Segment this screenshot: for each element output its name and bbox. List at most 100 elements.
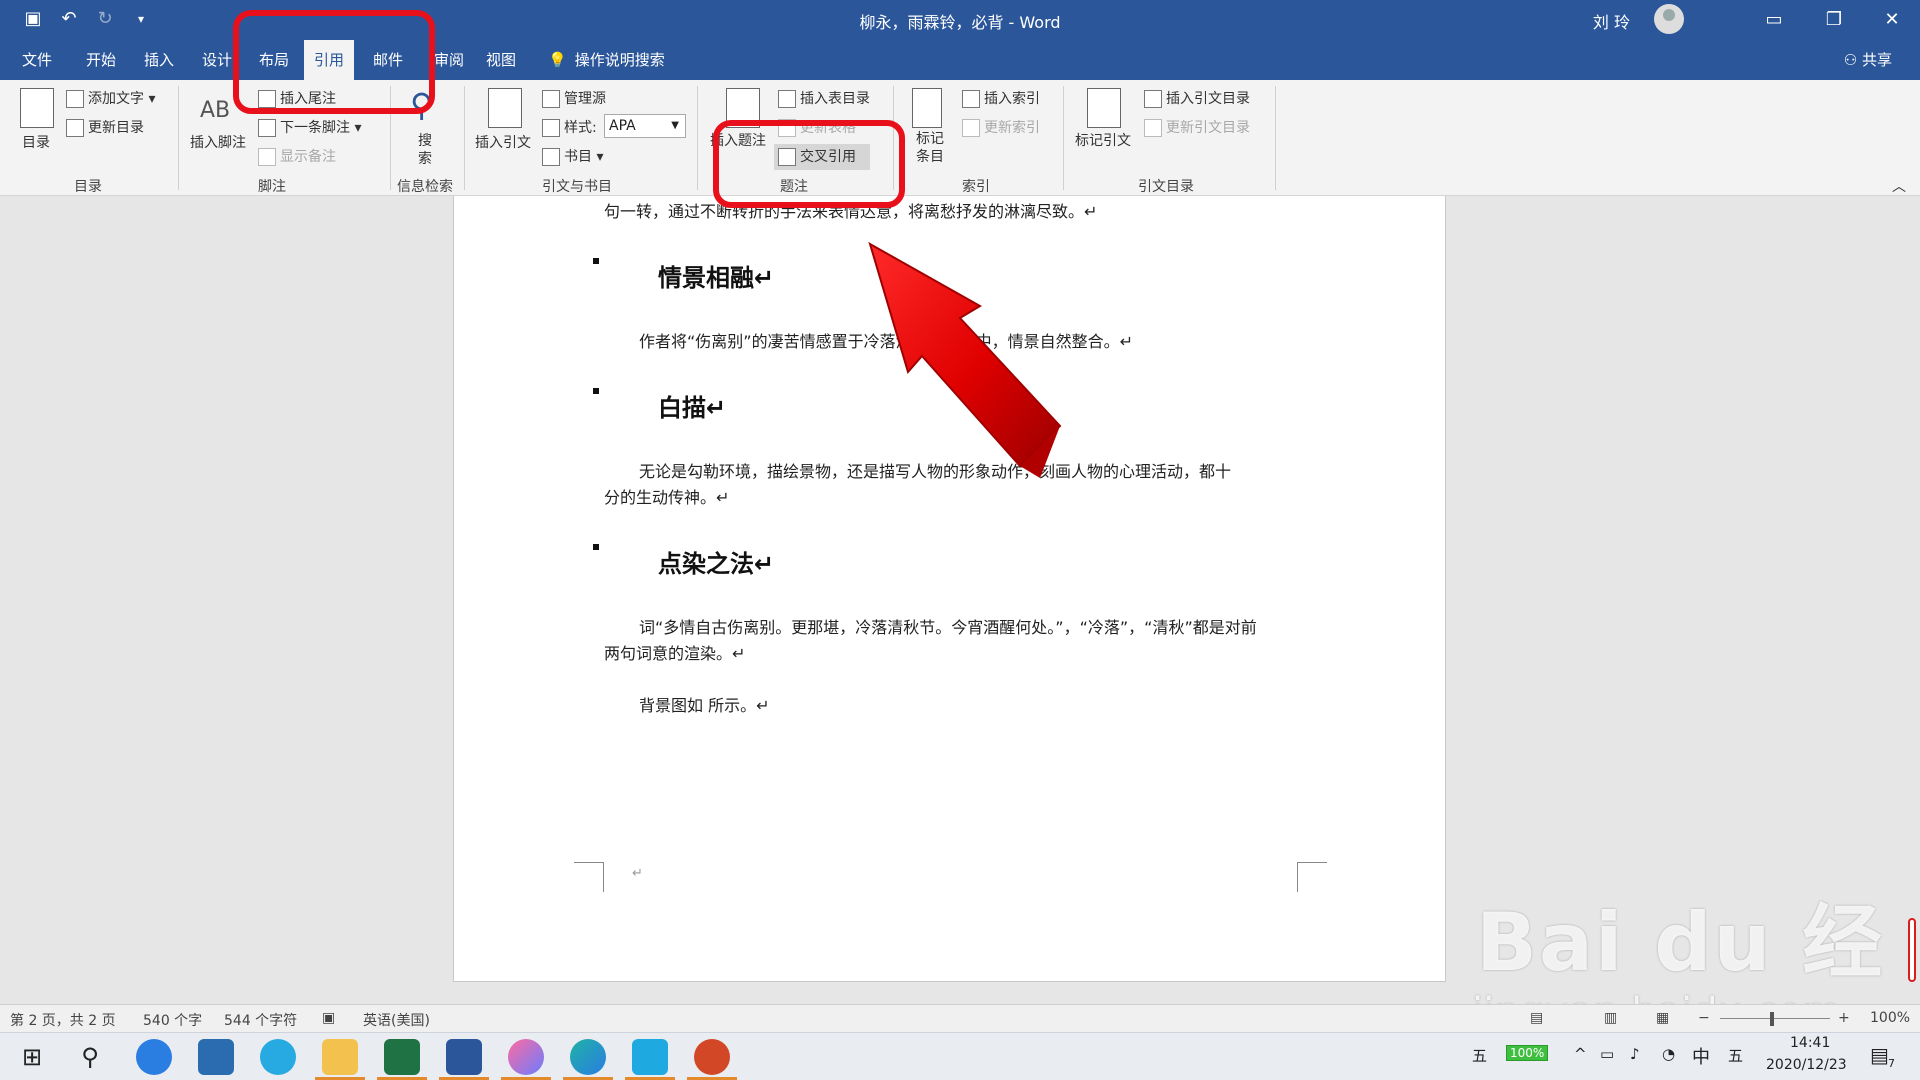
group-authorities: 引文目录 (1138, 179, 1194, 195)
insert-authorities-button[interactable]: 插入引文目录 (1144, 88, 1250, 108)
search-button[interactable]: 搜索 (418, 132, 436, 168)
bibliography-label: 书目 (564, 149, 592, 165)
close-icon[interactable]: ✕ (1872, 6, 1912, 34)
insert-table-of-figures-button[interactable]: 插入表目录 (778, 88, 870, 108)
word-icon[interactable] (446, 1039, 482, 1075)
zoom-in-icon[interactable]: + (1838, 1010, 1850, 1026)
update-authorities-icon (1144, 119, 1162, 137)
update-toc-label: 更新目录 (88, 120, 144, 136)
ie-browser-icon[interactable] (260, 1039, 296, 1075)
file-explorer-icon[interactable] (322, 1039, 358, 1075)
citation-style-select[interactable]: APA ▼ (604, 114, 686, 138)
tab-view[interactable]: 视图 (476, 40, 526, 80)
mark-entry-icon[interactable] (912, 88, 942, 128)
insert-table-of-figures-label: 插入表目录 (800, 91, 870, 107)
zoom-out-icon[interactable]: − (1698, 1010, 1710, 1026)
search-icon[interactable]: ⚲ (72, 1039, 108, 1075)
language[interactable]: 英语(美国) (363, 1010, 430, 1030)
mail-icon[interactable] (198, 1039, 234, 1075)
insert-citation-button[interactable]: 插入引文 (475, 132, 531, 152)
paragraph-line: 两句词意的渲染。↵ (604, 644, 746, 663)
paint-icon[interactable] (508, 1039, 544, 1075)
zoom-level[interactable]: 100% (1870, 1010, 1910, 1026)
update-index-button[interactable]: 更新索引 (962, 117, 1040, 137)
clock-date[interactable]: 2020/12/23 (1766, 1057, 1847, 1073)
style-label: 样式: (542, 117, 597, 137)
char-count[interactable]: 544 个字符 (224, 1010, 297, 1030)
insert-index-button[interactable]: 插入索引 (962, 88, 1040, 108)
excel-icon[interactable] (384, 1039, 420, 1075)
chevron-down-icon: ▼ (671, 120, 679, 131)
restore-icon[interactable]: ❐ (1814, 6, 1854, 34)
tab-home[interactable]: 开始 (76, 40, 126, 80)
ime-mode-indicator[interactable]: 五 (1728, 1045, 1743, 1066)
update-authorities-label: 更新引文目录 (1166, 120, 1250, 136)
group-footnotes: 脚注 (258, 179, 286, 195)
separator (178, 86, 179, 190)
wifi-icon[interactable]: ◔ (1662, 1045, 1675, 1063)
avatar[interactable] (1654, 4, 1684, 34)
section-heading: 白描↵ (658, 394, 727, 422)
cross-reference-highlight-box (713, 120, 905, 208)
share-button[interactable]: ⚇ 共享 (1844, 40, 1892, 80)
toc-icon[interactable] (20, 88, 54, 128)
user-name[interactable]: 刘 玲 (1593, 9, 1630, 33)
insert-footnote-button[interactable]: 插入脚注 (190, 132, 246, 152)
mark-citation-icon[interactable] (1087, 88, 1121, 128)
notification-count: 7 (1888, 1057, 1895, 1070)
heading-bullet (593, 258, 599, 264)
zoom-slider-thumb[interactable] (1770, 1012, 1774, 1026)
show-notes-button[interactable]: 显示备注 (258, 146, 336, 166)
notification-icon[interactable]: ▤ (1870, 1043, 1889, 1067)
bibliography-button[interactable]: 书目 ▾ (542, 146, 603, 166)
tab-highlight-box (233, 10, 435, 114)
volume-icon[interactable]: ♪ (1630, 1045, 1640, 1063)
web-layout-icon[interactable]: ▦ (1656, 1010, 1669, 1026)
power-icon[interactable]: ▭ (1600, 1045, 1614, 1063)
battery-indicator[interactable]: 100% (1506, 1045, 1549, 1061)
toc-button[interactable]: 目录 (22, 132, 50, 152)
update-toc-button[interactable]: 更新目录 (66, 117, 144, 137)
update-authorities-button[interactable]: 更新引文目录 (1144, 117, 1250, 137)
update-index-icon (962, 119, 980, 137)
language-indicator[interactable]: 中 (1692, 1043, 1710, 1069)
print-layout-icon[interactable]: ▥ (1604, 1010, 1617, 1026)
windows-start-icon[interactable]: ⊞ (14, 1039, 50, 1075)
heading-bullet (593, 544, 599, 550)
tab-file[interactable]: 文件 (12, 40, 62, 80)
word-count[interactable]: 540 个字 (143, 1010, 202, 1030)
read-mode-icon[interactable]: ▤ (1530, 1010, 1543, 1026)
tab-insert[interactable]: 插入 (134, 40, 184, 80)
insert-citation-icon[interactable] (488, 88, 522, 128)
add-text-button[interactable]: 添加文字 ▾ (66, 88, 155, 108)
group-toc: 目录 (74, 179, 102, 195)
group-index: 索引 (962, 179, 990, 195)
bibliography-icon (542, 148, 560, 166)
status-bar: 第 2 页，共 2 页 540 个字 544 个字符 ▣ 英语(美国) ▤ ▥ … (0, 1004, 1920, 1032)
chevron-up-icon[interactable]: ^ (1574, 1045, 1587, 1063)
next-footnote-button[interactable]: 下一条脚注 ▾ (258, 117, 361, 137)
group-citations: 引文与书目 (542, 179, 612, 195)
add-text-icon (66, 90, 84, 108)
powerpoint-icon[interactable] (694, 1039, 730, 1075)
paragraph-line: 词“多情自古伤离别。更那堪，冷落清秋节。今宵酒醒何处。”，“冷落”，“清秋”都是… (639, 618, 1257, 637)
proofing-icon[interactable]: ▣ (322, 1010, 335, 1026)
page-count[interactable]: 第 2 页，共 2 页 (10, 1010, 116, 1030)
clock-time[interactable]: 14:41 (1790, 1035, 1830, 1051)
app-icon[interactable] (632, 1039, 668, 1075)
heading-bullet (593, 388, 599, 394)
edge-icon[interactable] (570, 1039, 606, 1075)
crop-mark (574, 862, 604, 892)
mark-entry-button[interactable]: 标记条目 (916, 130, 946, 166)
manage-sources-button[interactable]: 管理源 (542, 88, 606, 108)
next-footnote-icon (258, 119, 276, 137)
ribbon-display-icon[interactable]: ▭ (1754, 6, 1794, 34)
app-l-icon[interactable] (136, 1039, 172, 1075)
insert-authorities-label: 插入引文目录 (1166, 91, 1250, 107)
mark-citation-button[interactable]: 标记引文 (1075, 130, 1131, 150)
update-toc-icon (66, 119, 84, 137)
tell-me-search[interactable]: 💡 操作说明搜索 (548, 40, 665, 80)
ime-indicator[interactable]: 五 (1472, 1045, 1487, 1066)
zoom-slider[interactable] (1720, 1018, 1830, 1019)
collapse-ribbon-icon[interactable]: ︿ (1892, 176, 1906, 196)
